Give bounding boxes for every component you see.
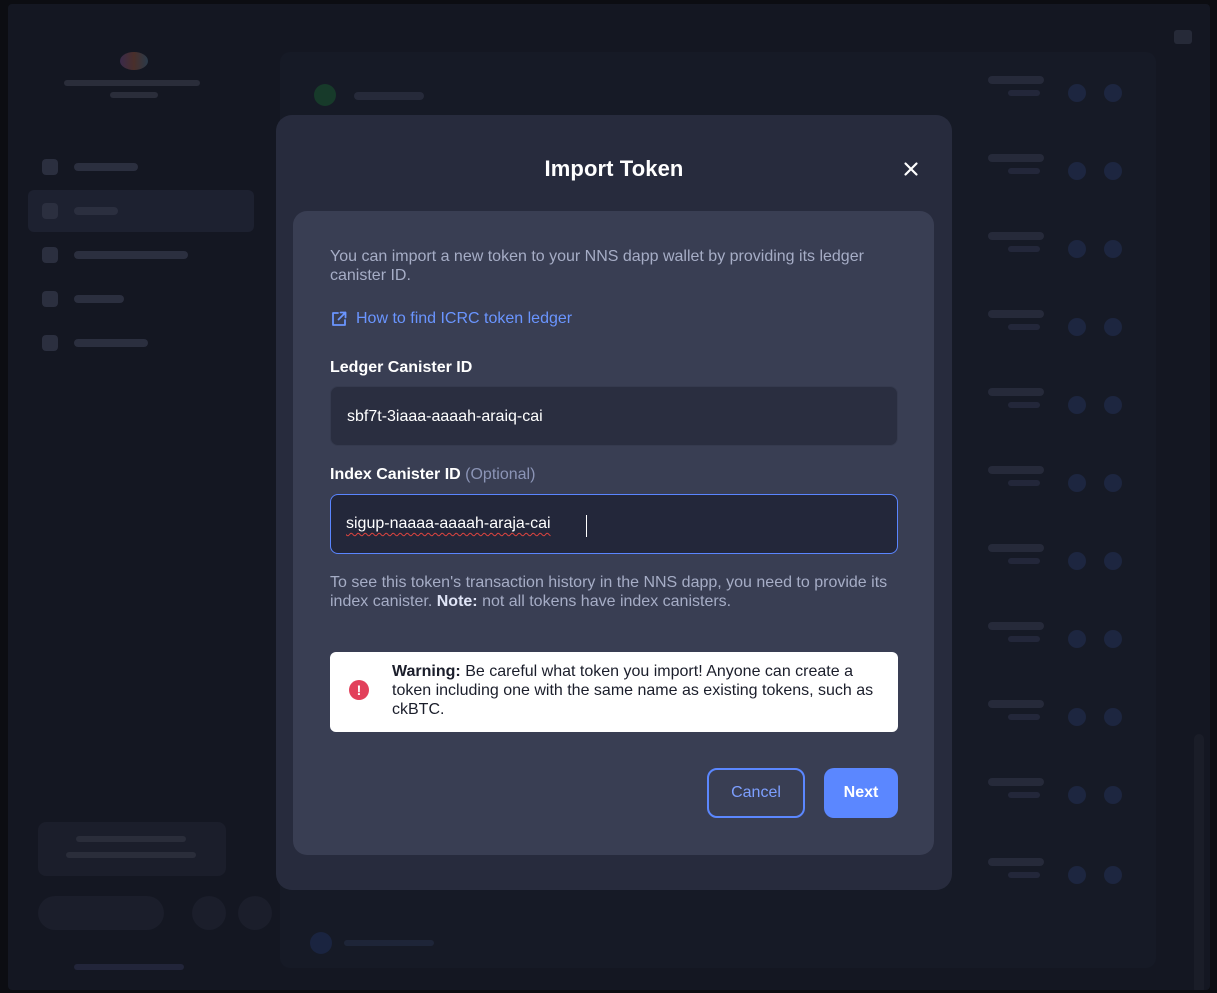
- sidebar-button: [238, 896, 272, 930]
- external-link-icon: [332, 311, 347, 326]
- ledger-canister-input[interactable]: sbf7t-3iaaa-aaaah-araiq-cai: [330, 386, 898, 446]
- sidebar-nav: [28, 146, 254, 366]
- help-link[interactable]: How to find ICRC token ledger: [330, 309, 572, 329]
- close-icon: [904, 162, 918, 176]
- next-button[interactable]: Next: [824, 768, 898, 818]
- sidebar-card: [38, 822, 226, 876]
- warning-message: Warning: Be careful what token you impor…: [392, 662, 882, 719]
- close-button[interactable]: [898, 156, 924, 182]
- sidebar-item: [28, 278, 254, 320]
- sidebar-item: [28, 146, 254, 188]
- hint-note: Note:: [436, 593, 478, 610]
- index-hint: To see this token's transaction history …: [330, 573, 900, 611]
- text-caret: [586, 515, 587, 537]
- hint-text-end: not all tokens have index canisters.: [482, 593, 732, 610]
- sidebar-item: [28, 190, 254, 232]
- app-logo: [58, 52, 208, 112]
- sidebar-item: [28, 234, 254, 276]
- index-label-text: Index Canister ID: [330, 466, 461, 483]
- warning-box: ! Warning: Be careful what token you imp…: [330, 652, 898, 732]
- modal-title: Import Token: [544, 156, 684, 181]
- token-row: [294, 56, 1144, 118]
- exclamation-icon: !: [349, 680, 369, 700]
- sidebar-footer: [74, 964, 184, 970]
- index-canister-value: sigup-naaaa-aaaah-araja-cai: [346, 515, 551, 532]
- sidebar-item: [28, 322, 254, 364]
- cancel-button[interactable]: Cancel: [707, 768, 805, 818]
- sidebar-button: [38, 896, 164, 930]
- intro-text: You can import a new token to your NNS d…: [330, 248, 864, 284]
- help-link-label: How to find ICRC token ledger: [356, 310, 573, 327]
- sidebar-button: [192, 896, 226, 930]
- optional-tag: (Optional): [465, 466, 536, 483]
- index-label: Index Canister ID (Optional): [330, 465, 535, 485]
- index-canister-input[interactable]: sigup-naaaa-aaaah-araja-cai: [330, 494, 898, 554]
- warning-label: Warning:: [392, 663, 461, 680]
- import-token-button: [304, 930, 454, 960]
- ledger-label: Ledger Canister ID: [330, 359, 473, 376]
- menu-icon: [1174, 30, 1192, 44]
- warning-body: Be careful what token you import! Anyone…: [392, 663, 874, 718]
- scrollbar: [1194, 734, 1204, 990]
- ledger-canister-value: sbf7t-3iaaa-aaaah-araiq-cai: [347, 408, 543, 425]
